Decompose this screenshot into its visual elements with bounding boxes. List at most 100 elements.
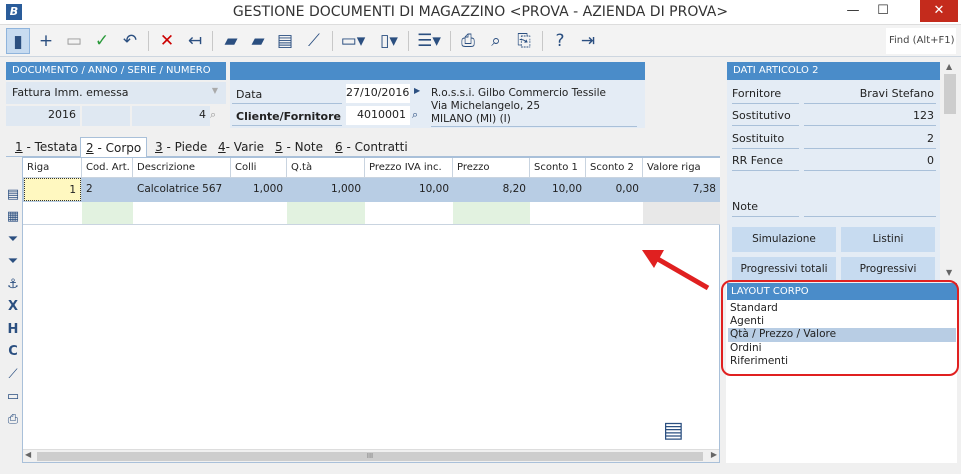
pdf-icon[interactable]: ⎘ — [512, 28, 536, 54]
listini-button[interactable]: Listini — [841, 227, 935, 252]
scroll-down-icon[interactable]: ▼ — [946, 268, 952, 277]
find-input[interactable]: Find (Alt+F1) — [886, 28, 956, 54]
column-header[interactable]: Sconto 2 — [586, 158, 643, 178]
delete-row-icon[interactable]: X — [4, 298, 22, 316]
riga-cell[interactable]: 1 — [24, 178, 81, 201]
rows-list-icon[interactable]: ▦ — [4, 208, 22, 226]
sostituito-row: Sostituito 2 — [732, 129, 936, 149]
scroll-left-icon[interactable]: ◀ — [25, 450, 31, 459]
cod-art-empty[interactable] — [82, 202, 133, 224]
valore-riga-cell[interactable]: 7,38 — [643, 178, 720, 201]
open-folder-icon[interactable]: ▭ — [62, 28, 86, 54]
panel-icon[interactable]: ▮ — [6, 28, 30, 54]
calendar-arrow-icon[interactable]: ▶ — [414, 86, 420, 95]
print-preview-icon[interactable]: ⌕ — [484, 28, 508, 54]
cliente-label: Cliente/Fornitore — [232, 108, 342, 126]
filter-clear-icon[interactable]: ⏷ — [4, 253, 22, 271]
cliente-input[interactable]: 4010001 — [346, 106, 410, 125]
help-icon[interactable]: ? — [548, 28, 572, 54]
tipo-documento-select[interactable]: Fattura Imm. emessa ▼ — [6, 82, 226, 104]
copy-row-icon[interactable]: C — [4, 343, 22, 361]
new-row[interactable] — [23, 202, 720, 225]
sconto2-cell[interactable]: 0,00 — [586, 178, 643, 201]
serie-field[interactable] — [82, 106, 130, 126]
tab-piede[interactable]: 3 - Piede — [150, 137, 212, 157]
sconto1-cell[interactable]: 10,00 — [530, 178, 586, 201]
field-label: Fornitore — [732, 84, 799, 104]
column-header[interactable]: Riga — [23, 158, 82, 178]
column-header[interactable]: Prezzo IVA inc. — [365, 158, 453, 178]
tab-key: 6 — [335, 140, 343, 154]
window-title: GESTIONE DOCUMENTI DI MAGAZZINO <PROVA -… — [232, 4, 729, 20]
tab-label: - Testata — [22, 140, 78, 154]
scroll-up-icon[interactable]: ▲ — [946, 62, 952, 71]
revert-icon[interactable]: ↤ — [183, 28, 207, 54]
delete-icon[interactable]: ✕ — [155, 28, 179, 54]
folder-yellow-icon[interactable]: ▰ — [246, 28, 270, 54]
toolbar: ▮ + ▭ ✓ ↶ ✕ ↤ ▰ ▰ ▤ ⟋ ▭▾ ▯▾ ☰▾ ⎙ ⌕ ⎘ ? ⇥… — [0, 25, 961, 57]
row-detail-icon[interactable]: ▤ — [4, 186, 22, 204]
data-input[interactable]: 27/10/2016 — [346, 84, 410, 103]
cod-art-cell[interactable]: 2 — [82, 178, 133, 201]
numero-field[interactable]: 4 — [132, 106, 210, 126]
confirm-icon[interactable]: ✓ — [90, 28, 114, 54]
scroll-thumb[interactable]: III — [37, 452, 703, 461]
tab-note[interactable]: 5 - Note — [270, 137, 328, 157]
tab-varie[interactable]: 4- Varie — [213, 137, 269, 157]
field-label: RR Fence — [732, 151, 799, 171]
field-label: Note — [732, 197, 799, 217]
testata-header — [230, 62, 645, 80]
chart-icon[interactable]: ⟋ — [4, 366, 22, 384]
column-header[interactable]: Prezzo — [453, 158, 530, 178]
prezzo-empty[interactable] — [453, 202, 530, 224]
document-blank-menu-icon[interactable]: ▯▾ — [374, 28, 404, 54]
search-icon[interactable]: ⌕ — [412, 108, 418, 122]
scroll-thumb[interactable] — [944, 74, 956, 114]
horizontal-scrollbar[interactable]: ◀ III ▶ — [23, 449, 719, 462]
progressivi-totali-button[interactable]: Progressivi totali — [732, 257, 836, 282]
column-header[interactable]: Colli — [231, 158, 287, 178]
qta-empty[interactable] — [287, 202, 365, 224]
minimize-button[interactable]: — — [838, 0, 868, 22]
anno-field[interactable]: 2016 — [6, 106, 80, 126]
ruler-icon[interactable]: ⟋ — [302, 28, 326, 54]
column-header[interactable]: Q.tà — [287, 158, 365, 178]
column-header[interactable]: Descrizione — [133, 158, 231, 178]
column-header[interactable]: Valore riga — [643, 158, 720, 178]
anchor-icon[interactable]: ⚓ — [4, 276, 22, 294]
document-menu-icon[interactable]: ▭▾ — [338, 28, 368, 54]
tab-contratti[interactable]: 6 - Contratti — [330, 137, 413, 157]
filter-icon[interactable]: ⏷ — [4, 231, 22, 249]
progressivi-button[interactable]: Progressivi — [841, 257, 935, 282]
field-value: 123 — [804, 106, 936, 126]
prezzo-cell[interactable]: 8,20 — [453, 178, 530, 201]
insert-row-icon[interactable]: H — [4, 321, 22, 339]
colli-cell[interactable]: 1,000 — [231, 178, 287, 201]
maximize-button[interactable]: ☐ — [868, 0, 898, 22]
undo-icon[interactable]: ↶ — [118, 28, 142, 54]
chevron-down-icon: ▼ — [211, 86, 218, 95]
add-icon[interactable]: + — [34, 28, 58, 54]
column-header[interactable]: Cod. Art. — [82, 158, 133, 178]
print-icon[interactable]: ⎙ — [456, 28, 480, 54]
tab-corpo[interactable]: 2 - Corpo — [80, 137, 148, 158]
qta-cell[interactable]: 1,000 — [287, 178, 365, 201]
print-icon[interactable]: ⎙ — [4, 411, 22, 429]
prezzo-iva-cell[interactable]: 10,00 — [365, 178, 453, 201]
exit-icon[interactable]: ⇥ — [576, 28, 600, 54]
descrizione-cell[interactable]: Calcolatrice 567 — [133, 178, 231, 201]
document-yellow-icon[interactable]: ▤ — [273, 28, 297, 54]
column-header[interactable]: Sconto 1 — [530, 158, 586, 178]
menu-icon[interactable]: ☰▾ — [414, 28, 444, 54]
vertical-scrollbar[interactable]: ▲ ▼ — [942, 60, 958, 282]
scroll-right-icon[interactable]: ▶ — [711, 450, 717, 459]
tab-key: 3 — [155, 140, 163, 154]
search-icon[interactable]: ⌕ — [210, 108, 216, 122]
monitor-icon[interactable]: ▭ — [4, 388, 22, 406]
folder-red-icon[interactable]: ▰ — [219, 28, 243, 54]
table-row[interactable]: 1 2 Calcolatrice 567 1,000 1,000 10,00 8… — [23, 178, 720, 202]
close-button[interactable]: ✕ — [920, 0, 958, 22]
simulazione-vendite-button[interactable]: Simulazione Vendite — [732, 227, 836, 270]
document-list-icon[interactable]: ▤ — [663, 418, 684, 443]
tab-testata[interactable]: 1 - Testata — [10, 137, 83, 157]
